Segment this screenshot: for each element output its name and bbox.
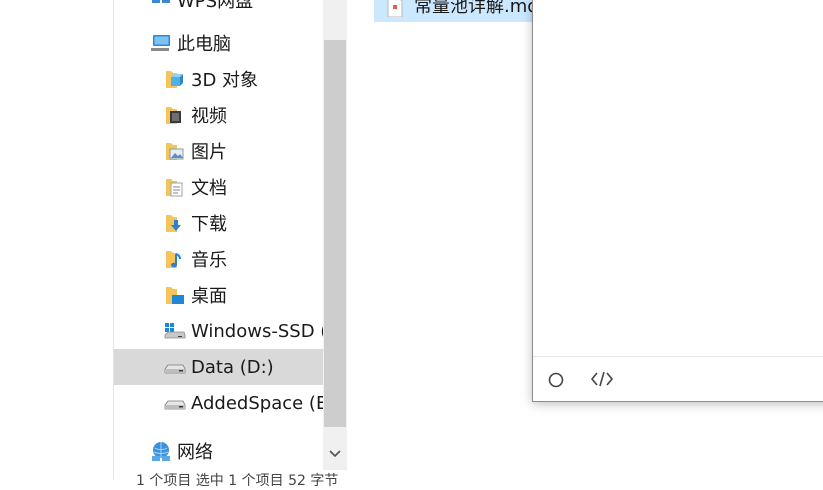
status-text: 1 个项目 选中 1 个项目 52 字节 [136,473,339,489]
network-icon [150,440,170,462]
windows-drive-icon [164,320,186,342]
nav-item-documents[interactable]: 文档 [164,170,324,204]
nav-item-label: 视频 [191,106,227,127]
file-row-selected[interactable]: 常量池详解.md [374,0,533,22]
nav-item-wps-cloud[interactable]: WPS网盘 [150,0,320,17]
nav-item-label: WPS网盘 [177,0,254,12]
nav-item-data-drive[interactable]: Data (D:) [114,349,323,385]
nav-item-pictures[interactable]: 图片 [164,134,324,168]
preview-footer [533,356,823,401]
nav-item-network[interactable]: 网络 [150,434,320,468]
nav-scrollbar[interactable] [323,0,347,470]
nav-item-label: Windows-SSD ( [191,320,324,342]
nav-item-windows-ssd[interactable]: Windows-SSD ( [164,314,324,348]
folder-videos-icon [164,104,184,126]
nav-item-label: 音乐 [191,250,227,271]
nav-item-label: 文档 [191,178,227,199]
folder-downloads-icon [164,212,184,234]
scrollbar-thumb[interactable] [324,40,346,427]
circle-icon[interactable] [548,372,564,388]
nav-item-label: 下载 [191,214,227,235]
code-icon[interactable] [590,370,614,388]
file-list-pane [347,0,533,479]
nav-item-music[interactable]: 音乐 [164,242,324,276]
nav-item-label: 此电脑 [177,34,231,55]
folder-3d-objects-icon [164,68,184,90]
nav-item-3d-objects[interactable]: 3D 对象 [164,62,324,96]
scroll-down-arrow-icon[interactable] [323,440,347,468]
nav-item-label: AddedSpace (E [191,392,324,414]
folder-music-icon [164,248,184,270]
nav-item-this-pc[interactable]: 此电脑 [150,26,320,60]
nav-item-label: 3D 对象 [191,70,259,91]
nav-item-downloads[interactable]: 下载 [164,206,324,240]
computer-icon [150,32,170,54]
folder-documents-icon [164,176,184,198]
file-name: 常量池详解.md [414,0,533,17]
nav-item-label: 网络 [177,442,213,463]
nav-item-label: Data (D:) [191,356,274,378]
preview-window [532,0,823,402]
markdown-file-icon [386,0,404,18]
nav-item-label: 图片 [191,142,227,163]
drive-icon [164,392,186,414]
nav-item-videos[interactable]: 视频 [164,98,324,132]
nav-item-addedspace-drive[interactable]: AddedSpace (E [164,386,324,420]
nav-item-desktop[interactable]: 桌面 [164,278,324,312]
cloud-icon [150,0,170,11]
drive-icon [164,356,186,378]
folder-pictures-icon [164,140,184,162]
nav-item-label: 桌面 [191,286,227,307]
folder-desktop-icon [164,284,184,306]
